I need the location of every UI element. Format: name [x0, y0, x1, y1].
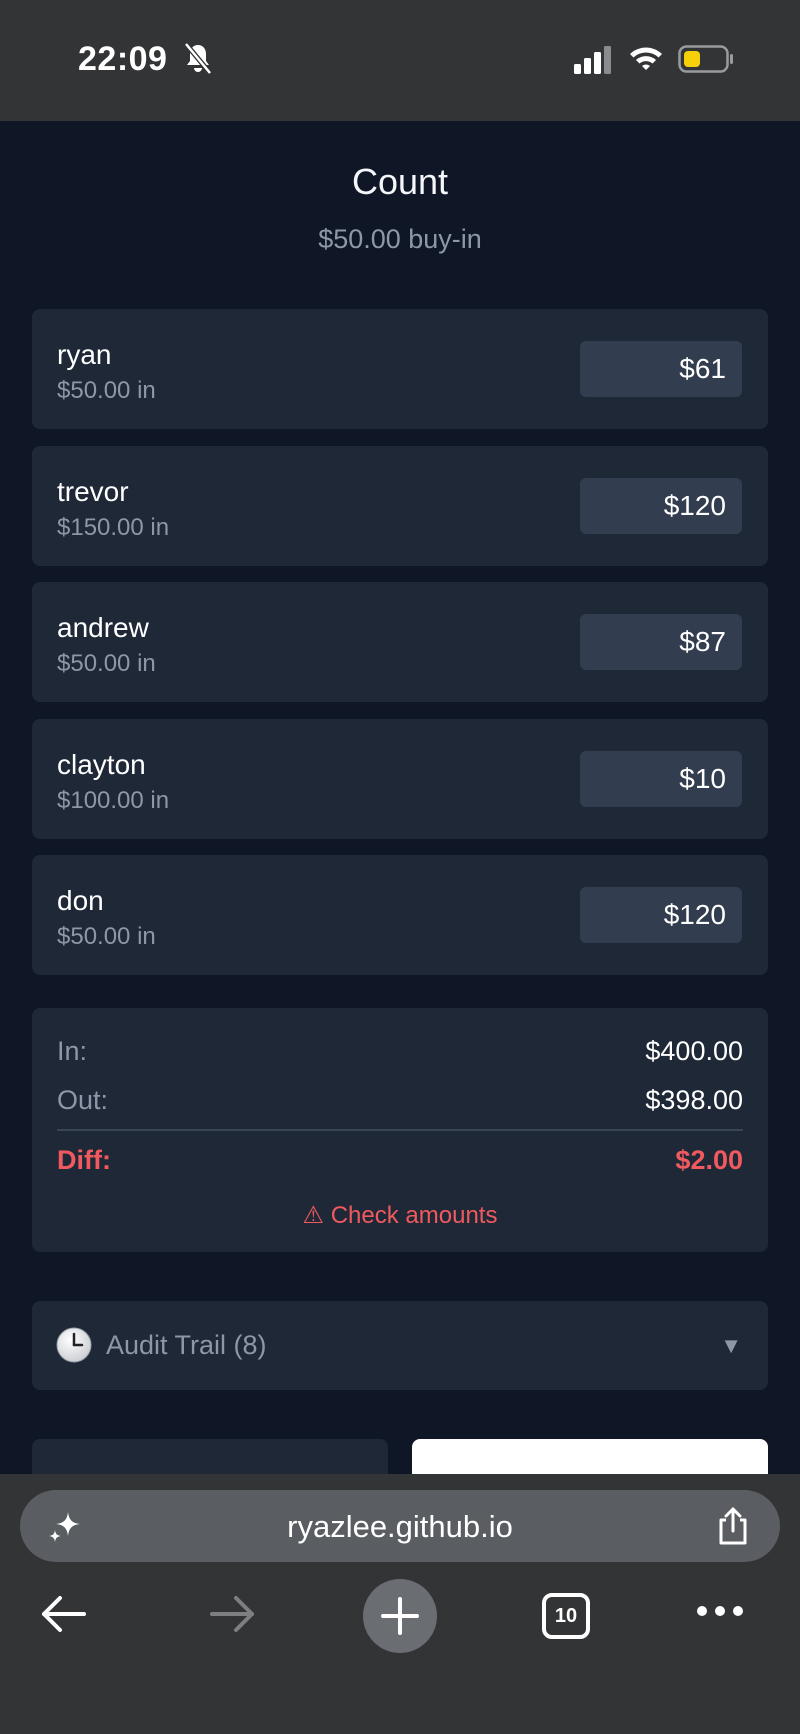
difference-label: Diff: [57, 1145, 111, 1175]
status-bar: 22:09 [0, 0, 800, 121]
summary-divider [57, 1129, 743, 1131]
cellular-signal-icon [574, 46, 611, 74]
buy-in-subtitle: $50.00 buy-in [318, 224, 482, 254]
url-text: ryazlee.github.io [287, 1509, 513, 1544]
page-title: Count [351, 161, 449, 202]
clock-icon [56, 1327, 92, 1363]
total-out-label: Out: [57, 1085, 109, 1115]
plus-icon [381, 1597, 419, 1635]
new-tab-button[interactable] [363, 1579, 437, 1653]
player-row: trevor $150.00 in $120 [32, 446, 768, 566]
bell-muted-icon [184, 42, 212, 75]
back-arrow-icon[interactable] [40, 1594, 88, 1634]
more-options-icon[interactable] [696, 1601, 744, 1621]
cash-out-input[interactable]: $61 [580, 341, 742, 397]
player-row: don $50.00 in $120 [32, 855, 768, 975]
total-in-value: $400.00 [645, 1036, 743, 1066]
player-name: trevor [57, 476, 129, 507]
address-bar[interactable]: ryazlee.github.io [20, 1490, 780, 1562]
cash-out-input[interactable]: $10 [580, 751, 742, 807]
cash-out-input[interactable]: $120 [580, 887, 742, 943]
chevron-down-icon: ▼ [720, 1333, 742, 1358]
player-buy-in: $50.00 in [57, 377, 156, 404]
player-name: don [57, 885, 104, 916]
player-row: ryan $50.00 in $61 [32, 309, 768, 429]
audit-trail-label: Audit Trail (8) [106, 1330, 267, 1360]
player-buy-in: $50.00 in [57, 923, 156, 950]
player-buy-in: $150.00 in [57, 514, 170, 541]
check-amounts-warning: ⚠ Check amounts [302, 1202, 498, 1229]
primary-action-button[interactable] [412, 1439, 768, 1474]
app-content: Count $50.00 buy-in ryan $50.00 in $61 t… [0, 121, 800, 1474]
totals-summary: In: $400.00 Out: $398.00 Diff: $2.00 ⚠ C… [32, 1008, 768, 1252]
player-name: clayton [57, 749, 146, 780]
player-name: ryan [57, 339, 112, 370]
share-icon[interactable] [716, 1506, 750, 1546]
player-row: clayton $100.00 in $10 [32, 719, 768, 839]
player-name: andrew [57, 612, 149, 643]
player-row: andrew $50.00 in $87 [32, 582, 768, 702]
secondary-action-button[interactable] [32, 1439, 388, 1474]
total-in-label: In: [57, 1036, 88, 1066]
player-buy-in: $50.00 in [57, 650, 156, 677]
status-time: 22:09 [78, 40, 168, 78]
cash-out-input[interactable]: $87 [580, 614, 742, 670]
browser-toolbar: ryazlee.github.io 10 [0, 1474, 800, 1734]
total-out-value: $398.00 [645, 1085, 743, 1115]
wifi-icon [630, 47, 662, 70]
cash-out-input[interactable]: $120 [580, 478, 742, 534]
audit-trail-toggle[interactable]: Audit Trail (8) ▼ [32, 1301, 768, 1390]
player-buy-in: $100.00 in [57, 787, 170, 814]
difference-value: $2.00 [675, 1145, 743, 1175]
tab-count-button[interactable]: 10 [542, 1593, 590, 1639]
forward-arrow-icon[interactable] [208, 1594, 256, 1634]
battery-icon [678, 45, 733, 73]
